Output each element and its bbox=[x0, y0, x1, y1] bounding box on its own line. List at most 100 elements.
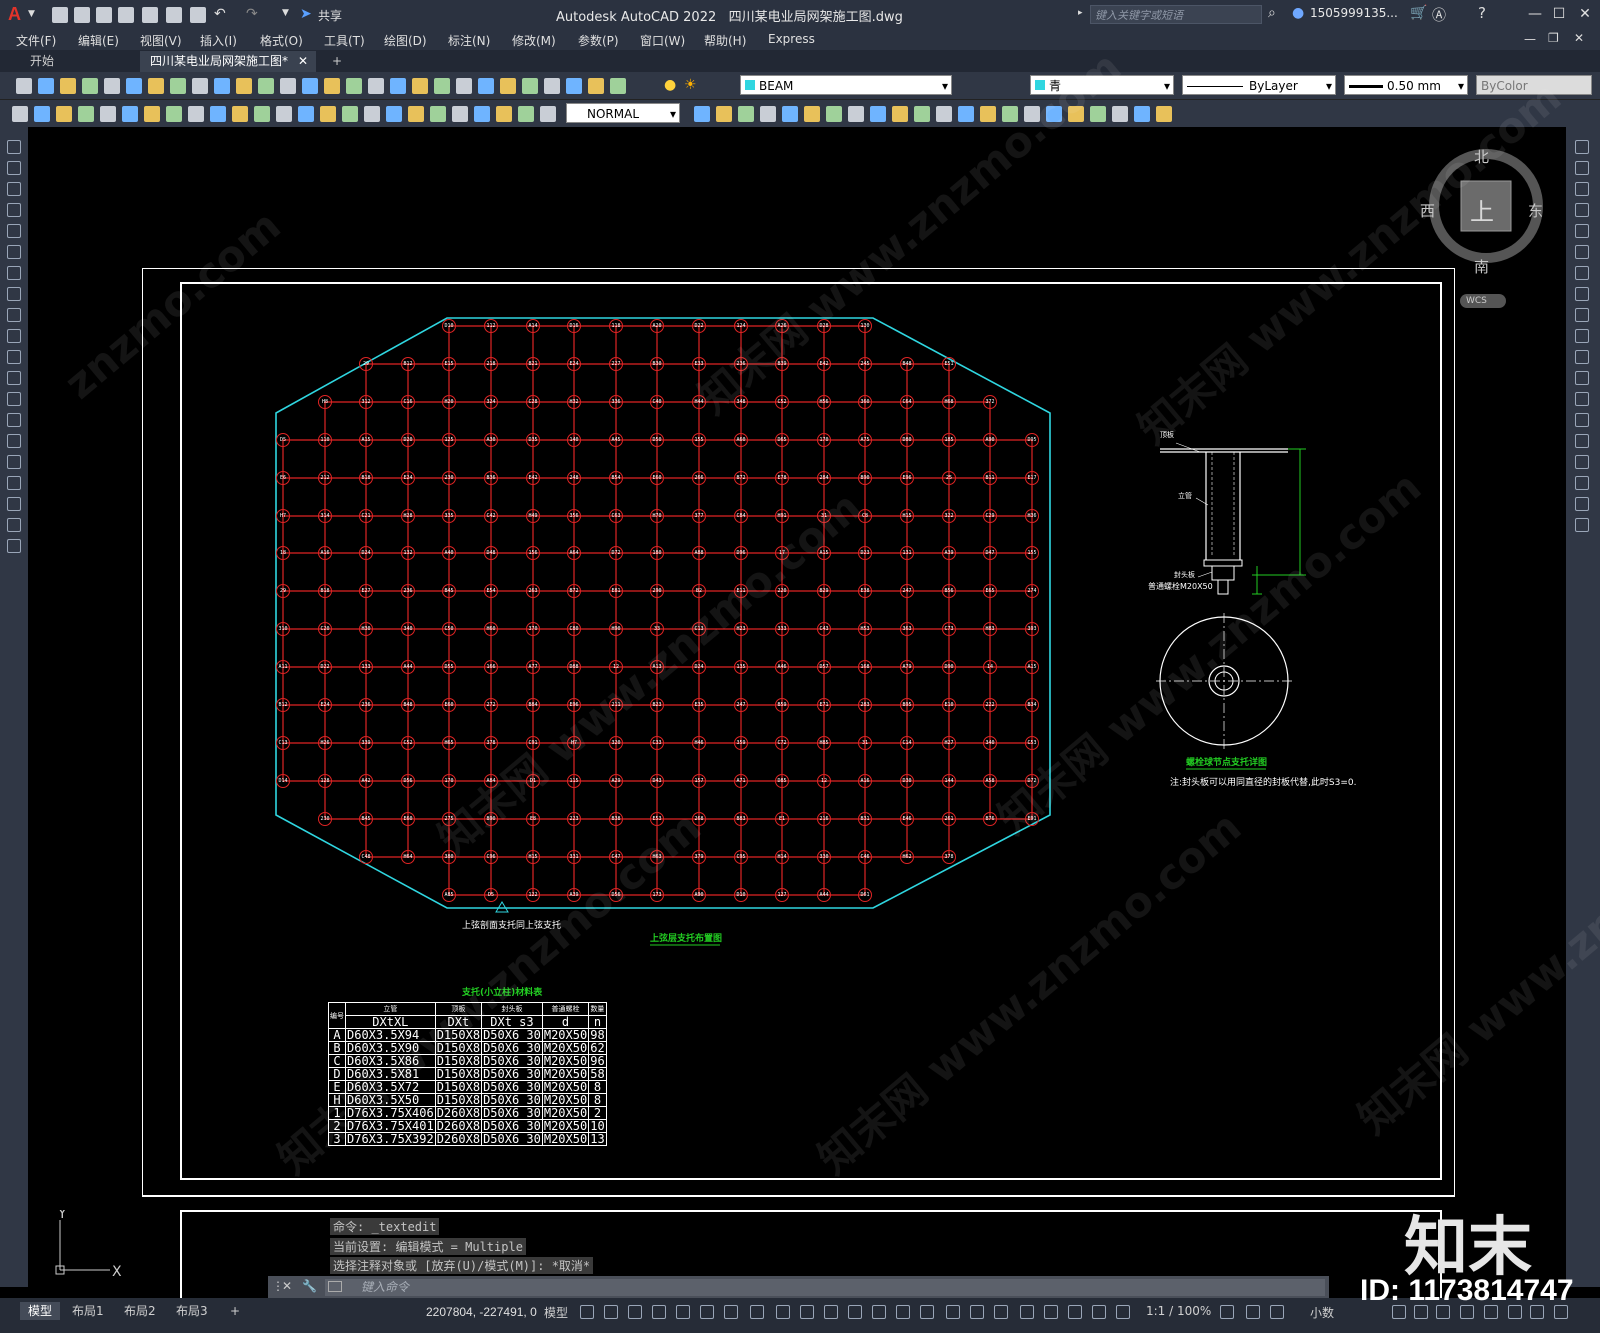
status-toggle-icon[interactable] bbox=[1246, 1305, 1260, 1319]
node-label: A14 bbox=[528, 323, 538, 329]
node-label: E27 bbox=[361, 588, 371, 594]
status-toggle-icon[interactable] bbox=[872, 1305, 886, 1319]
node-label: D14 bbox=[278, 778, 288, 784]
node-label: 236 bbox=[403, 588, 413, 594]
node-label: B54 bbox=[611, 475, 621, 481]
node-label: H68 bbox=[944, 399, 954, 405]
node-label: D88 bbox=[569, 664, 579, 670]
node-label: 140 bbox=[569, 437, 579, 443]
node-label: H14 bbox=[777, 854, 787, 860]
command-close-icon[interactable]: ✕ bbox=[282, 1279, 292, 1293]
node-label: D10 bbox=[736, 892, 746, 898]
node-label: 223 bbox=[569, 816, 579, 822]
table-cell: A bbox=[328, 1028, 346, 1042]
node-label: 261 bbox=[944, 816, 954, 822]
model-space-button[interactable]: 模型 bbox=[544, 1304, 568, 1321]
wcs-menu[interactable]: WCS bbox=[1460, 294, 1506, 308]
table-cell: D bbox=[328, 1067, 346, 1081]
status-toggle-icon[interactable] bbox=[580, 1305, 594, 1319]
layout-tab-1[interactable]: 布局1 bbox=[64, 1302, 112, 1320]
command-customize-icon[interactable]: 🔧 bbox=[302, 1279, 317, 1293]
node-label: 218 bbox=[486, 361, 496, 367]
status-toggle-icon[interactable] bbox=[628, 1305, 642, 1319]
node-label: 170 bbox=[444, 778, 454, 784]
node-label: H44 bbox=[694, 399, 704, 405]
status-toggle-icon[interactable] bbox=[896, 1305, 910, 1319]
status-toggle-icon[interactable] bbox=[1220, 1305, 1234, 1319]
node-label: 133 bbox=[361, 664, 371, 670]
node-label: 144 bbox=[944, 778, 954, 784]
viewcube-west[interactable]: 西 bbox=[1420, 200, 1435, 221]
status-toggle-icon[interactable] bbox=[1068, 1305, 1082, 1319]
table-cell: 10 bbox=[588, 1119, 607, 1133]
command-prompt-icon[interactable] bbox=[328, 1281, 342, 1292]
node-label: C50 bbox=[444, 626, 454, 632]
status-toggle-icon[interactable] bbox=[652, 1305, 666, 1319]
table-cell: D60X3.5X72 bbox=[345, 1080, 436, 1094]
status-toggle-icon[interactable] bbox=[1044, 1305, 1058, 1319]
status-toggle-icon[interactable] bbox=[800, 1305, 814, 1319]
node-label: 322 bbox=[944, 513, 954, 519]
status-toggle-icon[interactable] bbox=[700, 1305, 714, 1319]
node-label: B21 bbox=[528, 361, 538, 367]
status-toggle-icon[interactable] bbox=[824, 1305, 838, 1319]
layout-tab-add[interactable]: + bbox=[222, 1302, 248, 1320]
node-label: B83 bbox=[736, 816, 746, 822]
status-toggle-icon[interactable] bbox=[994, 1305, 1008, 1319]
status-toggle-icon[interactable] bbox=[604, 1305, 618, 1319]
units-setting[interactable]: 小数 bbox=[1310, 1304, 1334, 1321]
node-label: C14 bbox=[902, 740, 912, 746]
viewcube-south[interactable]: 南 bbox=[1474, 256, 1489, 277]
node-label: E65 bbox=[985, 588, 995, 594]
status-toggle-icon[interactable] bbox=[750, 1305, 764, 1319]
node-label: 363 bbox=[902, 626, 912, 632]
status-toggle-icon[interactable] bbox=[676, 1305, 690, 1319]
layout-tab-2[interactable]: 布局2 bbox=[116, 1302, 164, 1320]
node-label: D47 bbox=[985, 550, 995, 556]
status-toggle-icon[interactable] bbox=[776, 1305, 790, 1319]
node-label: D61 bbox=[860, 892, 870, 898]
node-label: C80 bbox=[569, 626, 579, 632]
annotation-scale[interactable]: 1:1 / 100% bbox=[1146, 1304, 1211, 1318]
status-toggle-icon[interactable] bbox=[1116, 1305, 1130, 1319]
viewcube-face-top[interactable]: 上 bbox=[1470, 192, 1494, 227]
plan-title: 上弦层支托布置图 bbox=[650, 934, 723, 944]
node-label: 125 bbox=[444, 437, 454, 443]
status-toggle-icon[interactable] bbox=[1020, 1305, 1034, 1319]
node-label: D35 bbox=[528, 437, 538, 443]
table-cell: D76X3.75X406 bbox=[345, 1106, 436, 1120]
node-label: 118 bbox=[611, 323, 621, 329]
status-toggle-icon[interactable] bbox=[724, 1305, 738, 1319]
viewcube-east[interactable]: 东 bbox=[1528, 200, 1543, 221]
node-label: B84 bbox=[528, 702, 538, 708]
command-input[interactable]: 键入命令 bbox=[325, 1279, 1325, 1296]
node-label: B2 bbox=[695, 588, 703, 594]
node-label: H85 bbox=[819, 740, 829, 746]
status-toggle-icon[interactable] bbox=[1092, 1305, 1106, 1319]
node-label: C16 bbox=[403, 399, 413, 405]
layout-tab-model[interactable]: 模型 bbox=[20, 1302, 61, 1320]
node-label: D80 bbox=[902, 437, 912, 443]
node-label: 17 bbox=[778, 550, 786, 556]
table-cell: C bbox=[328, 1054, 346, 1068]
table-header-cell: d bbox=[541, 1015, 590, 1029]
svg-text:X: X bbox=[112, 1264, 122, 1280]
status-toggle-icon[interactable] bbox=[848, 1305, 862, 1319]
ucs-icon: Y X bbox=[55, 1210, 122, 1280]
node-label: 130 bbox=[860, 323, 870, 329]
node-label: D16 bbox=[569, 323, 579, 329]
layout-tab-3[interactable]: 布局3 bbox=[168, 1302, 216, 1320]
table-cell: M20X50 bbox=[541, 1093, 590, 1107]
node-label: 274 bbox=[1027, 588, 1037, 594]
status-toggle-icon[interactable] bbox=[920, 1305, 934, 1319]
coordinate-readout[interactable]: 2207804, -227491, 0 bbox=[426, 1305, 537, 1319]
status-toggle-icon[interactable] bbox=[946, 1305, 960, 1319]
table-cell: D150X8 bbox=[434, 1041, 483, 1055]
node-label: A77 bbox=[528, 664, 538, 670]
status-toggle-icon[interactable] bbox=[1270, 1305, 1284, 1319]
viewcube-north[interactable]: 北 bbox=[1474, 146, 1489, 167]
table-cell: H bbox=[328, 1093, 346, 1107]
node-label: B36 bbox=[486, 475, 496, 481]
node-label: 132 bbox=[403, 550, 413, 556]
status-toggle-icon[interactable] bbox=[970, 1305, 984, 1319]
